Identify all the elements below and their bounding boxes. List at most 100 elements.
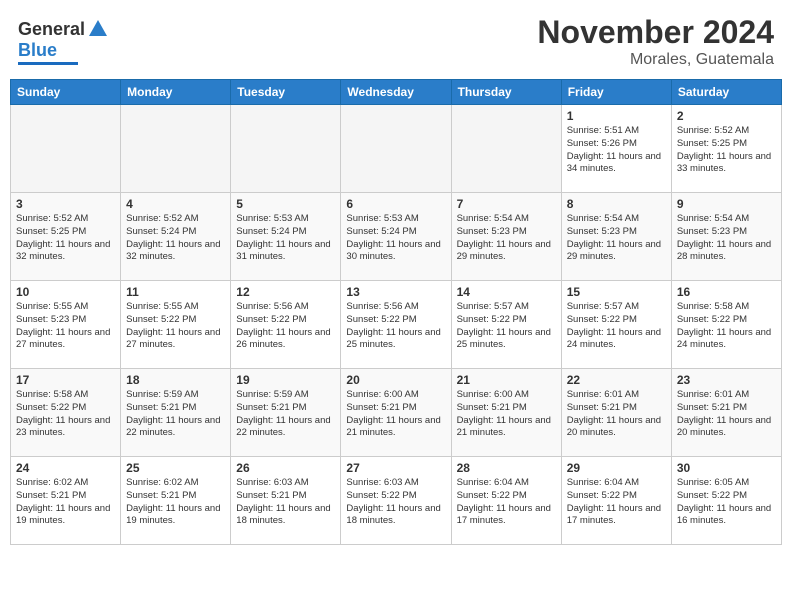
- calendar-cell: [341, 105, 451, 193]
- day-info: Sunrise: 5:58 AMSunset: 5:22 PMDaylight:…: [16, 389, 115, 440]
- logo-blue: Blue: [18, 40, 57, 60]
- day-number: 24: [16, 461, 115, 475]
- day-number: 14: [457, 285, 556, 299]
- day-info: Sunrise: 5:57 AMSunset: 5:22 PMDaylight:…: [457, 301, 556, 352]
- day-info: Sunrise: 5:55 AMSunset: 5:22 PMDaylight:…: [126, 301, 225, 352]
- day-number: 23: [677, 373, 776, 387]
- day-number: 4: [126, 197, 225, 211]
- day-info: Sunrise: 5:55 AMSunset: 5:23 PMDaylight:…: [16, 301, 115, 352]
- day-info: Sunrise: 6:00 AMSunset: 5:21 PMDaylight:…: [346, 389, 445, 440]
- day-info: Sunrise: 6:00 AMSunset: 5:21 PMDaylight:…: [457, 389, 556, 440]
- calendar-cell: 25 Sunrise: 6:02 AMSunset: 5:21 PMDayligh…: [121, 457, 231, 545]
- calendar-cell: 29 Sunrise: 6:04 AMSunset: 5:22 PMDayligh…: [561, 457, 671, 545]
- calendar-cell: 20 Sunrise: 6:00 AMSunset: 5:21 PMDayligh…: [341, 369, 451, 457]
- day-number: 29: [567, 461, 666, 475]
- calendar-cell: 9 Sunrise: 5:54 AMSunset: 5:23 PMDaylight…: [671, 193, 781, 281]
- calendar-cell: 27 Sunrise: 6:03 AMSunset: 5:22 PMDayligh…: [341, 457, 451, 545]
- day-info: Sunrise: 5:56 AMSunset: 5:22 PMDaylight:…: [236, 301, 335, 352]
- col-header-wednesday: Wednesday: [341, 80, 451, 105]
- day-number: 1: [567, 109, 666, 123]
- calendar-cell: 8Sunrise: 5:54 AMSunset: 5:23 PMDaylight…: [561, 193, 671, 281]
- day-info: Sunrise: 6:01 AMSunset: 5:21 PMDaylight:…: [567, 389, 666, 440]
- day-info: Sunrise: 5:51 AMSunset: 5:26 PMDaylight:…: [567, 125, 666, 176]
- day-number: 21: [457, 373, 556, 387]
- day-info: Sunrise: 5:58 AMSunset: 5:22 PMDaylight:…: [677, 301, 776, 352]
- calendar-cell: 22 Sunrise: 6:01 AMSunset: 5:21 PMDayligh…: [561, 369, 671, 457]
- day-number: 16: [677, 285, 776, 299]
- day-info: Sunrise: 5:56 AMSunset: 5:22 PMDaylight:…: [346, 301, 445, 352]
- calendar-cell: 18Sunrise: 5:59 AMSunset: 5:21 PMDayligh…: [121, 369, 231, 457]
- day-number: 8: [567, 197, 666, 211]
- col-header-thursday: Thursday: [451, 80, 561, 105]
- day-number: 26: [236, 461, 335, 475]
- month-title: November 2024: [537, 14, 774, 51]
- day-number: 13: [346, 285, 445, 299]
- col-header-saturday: Saturday: [671, 80, 781, 105]
- day-number: 12: [236, 285, 335, 299]
- day-info: Sunrise: 6:03 AMSunset: 5:22 PMDaylight:…: [346, 477, 445, 528]
- calendar-header-row: SundayMondayTuesdayWednesdayThursdayFrid…: [11, 80, 782, 105]
- col-header-sunday: Sunday: [11, 80, 121, 105]
- calendar-cell: 16 Sunrise: 5:58 AMSunset: 5:22 PMDayligh…: [671, 281, 781, 369]
- logo-general: General: [18, 19, 85, 40]
- calendar-cell: 4 Sunrise: 5:52 AMSunset: 5:24 PMDaylight…: [121, 193, 231, 281]
- day-number: 3: [16, 197, 115, 211]
- calendar-week-row: 10 Sunrise: 5:55 AMSunset: 5:23 PMDayligh…: [11, 281, 782, 369]
- day-number: 7: [457, 197, 556, 211]
- day-number: 9: [677, 197, 776, 211]
- calendar-week-row: 17 Sunrise: 5:58 AMSunset: 5:22 PMDayligh…: [11, 369, 782, 457]
- day-info: Sunrise: 6:02 AMSunset: 5:21 PMDaylight:…: [126, 477, 225, 528]
- page-header: General Blue November 2024 Morales, Guat…: [10, 10, 782, 73]
- calendar-cell: 2Sunrise: 5:52 AMSunset: 5:25 PMDaylight…: [671, 105, 781, 193]
- day-info: Sunrise: 6:01 AMSunset: 5:21 PMDaylight:…: [677, 389, 776, 440]
- calendar-cell: 7 Sunrise: 5:54 AMSunset: 5:23 PMDaylight…: [451, 193, 561, 281]
- calendar-cell: 28 Sunrise: 6:04 AMSunset: 5:22 PMDayligh…: [451, 457, 561, 545]
- calendar-cell: [11, 105, 121, 193]
- day-number: 17: [16, 373, 115, 387]
- calendar-cell: 3Sunrise: 5:52 AMSunset: 5:25 PMDaylight…: [11, 193, 121, 281]
- day-info: Sunrise: 6:04 AMSunset: 5:22 PMDaylight:…: [457, 477, 556, 528]
- day-number: 11: [126, 285, 225, 299]
- day-number: 30: [677, 461, 776, 475]
- title-area: November 2024 Morales, Guatemala: [537, 14, 774, 69]
- calendar-cell: 23 Sunrise: 6:01 AMSunset: 5:21 PMDayligh…: [671, 369, 781, 457]
- day-number: 28: [457, 461, 556, 475]
- calendar-week-row: 1 Sunrise: 5:51 AMSunset: 5:26 PMDaylight…: [11, 105, 782, 193]
- day-number: 27: [346, 461, 445, 475]
- calendar-cell: [231, 105, 341, 193]
- day-info: Sunrise: 5:59 AMSunset: 5:21 PMDaylight:…: [126, 389, 225, 440]
- calendar-cell: 21 Sunrise: 6:00 AMSunset: 5:21 PMDayligh…: [451, 369, 561, 457]
- col-header-monday: Monday: [121, 80, 231, 105]
- calendar-cell: 5 Sunrise: 5:53 AMSunset: 5:24 PMDaylight…: [231, 193, 341, 281]
- calendar-cell: 26 Sunrise: 6:03 AMSunset: 5:21 PMDayligh…: [231, 457, 341, 545]
- calendar-week-row: 3Sunrise: 5:52 AMSunset: 5:25 PMDaylight…: [11, 193, 782, 281]
- col-header-friday: Friday: [561, 80, 671, 105]
- day-info: Sunrise: 5:59 AMSunset: 5:21 PMDaylight:…: [236, 389, 335, 440]
- day-number: 20: [346, 373, 445, 387]
- day-number: 6: [346, 197, 445, 211]
- calendar-cell: 13 Sunrise: 5:56 AMSunset: 5:22 PMDayligh…: [341, 281, 451, 369]
- day-info: Sunrise: 5:57 AMSunset: 5:22 PMDaylight:…: [567, 301, 666, 352]
- calendar-cell: 12 Sunrise: 5:56 AMSunset: 5:22 PMDayligh…: [231, 281, 341, 369]
- logo: General Blue: [18, 14, 109, 65]
- calendar-cell: 6 Sunrise: 5:53 AMSunset: 5:24 PMDaylight…: [341, 193, 451, 281]
- calendar-cell: [121, 105, 231, 193]
- day-info: Sunrise: 5:53 AMSunset: 5:24 PMDaylight:…: [346, 213, 445, 264]
- day-number: 5: [236, 197, 335, 211]
- day-info: Sunrise: 6:04 AMSunset: 5:22 PMDaylight:…: [567, 477, 666, 528]
- day-info: Sunrise: 5:53 AMSunset: 5:24 PMDaylight:…: [236, 213, 335, 264]
- calendar-cell: 10 Sunrise: 5:55 AMSunset: 5:23 PMDayligh…: [11, 281, 121, 369]
- day-number: 22: [567, 373, 666, 387]
- day-info: Sunrise: 6:02 AMSunset: 5:21 PMDaylight:…: [16, 477, 115, 528]
- day-info: Sunrise: 6:03 AMSunset: 5:21 PMDaylight:…: [236, 477, 335, 528]
- day-number: 25: [126, 461, 225, 475]
- day-info: Sunrise: 5:54 AMSunset: 5:23 PMDaylight:…: [677, 213, 776, 264]
- day-info: Sunrise: 5:54 AMSunset: 5:23 PMDaylight:…: [457, 213, 556, 264]
- calendar-table: SundayMondayTuesdayWednesdayThursdayFrid…: [10, 79, 782, 545]
- day-info: Sunrise: 5:52 AMSunset: 5:24 PMDaylight:…: [126, 213, 225, 264]
- calendar-cell: 19Sunrise: 5:59 AMSunset: 5:21 PMDayligh…: [231, 369, 341, 457]
- calendar-cell: 15 Sunrise: 5:57 AMSunset: 5:22 PMDayligh…: [561, 281, 671, 369]
- day-number: 10: [16, 285, 115, 299]
- day-number: 15: [567, 285, 666, 299]
- day-number: 2: [677, 109, 776, 123]
